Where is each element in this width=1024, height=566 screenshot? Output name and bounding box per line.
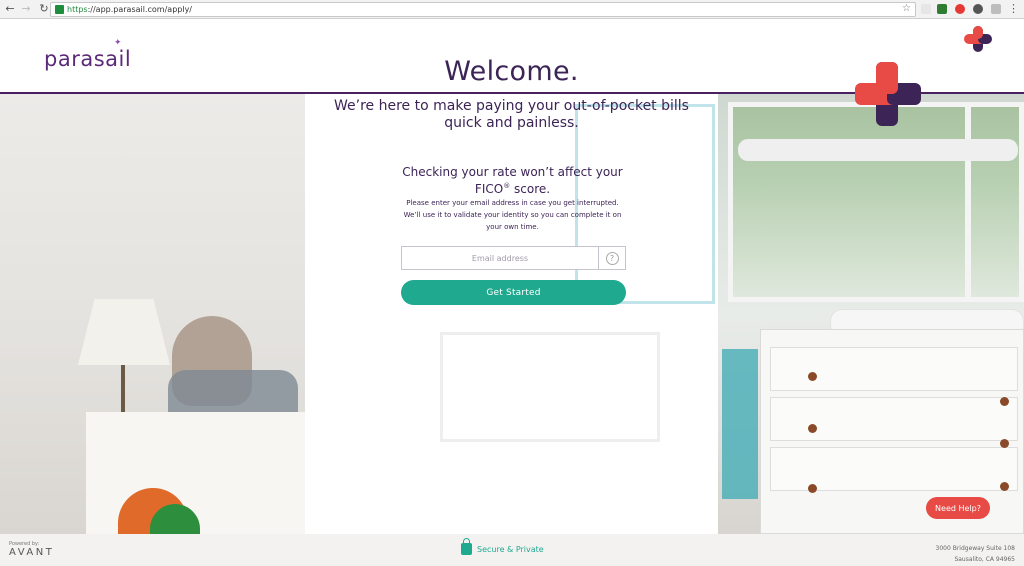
sparkle-icon: ✦ xyxy=(114,38,122,48)
reload-icon[interactable]: ↻ xyxy=(37,2,51,16)
drawer-knob xyxy=(1000,439,1009,448)
email-help-button[interactable]: ? xyxy=(598,246,626,270)
url-path: ://app.parasail.com/apply/ xyxy=(87,5,193,14)
cart-illustration xyxy=(722,349,758,499)
drawer xyxy=(770,447,1018,491)
question-icon: ? xyxy=(605,251,619,265)
menu-icon[interactable]: ⋮ xyxy=(1008,2,1019,15)
plus-brand-icon xyxy=(855,62,921,126)
address-bar[interactable]: https://app.parasail.com/apply/ ☆ xyxy=(50,2,916,17)
forward-icon[interactable]: → xyxy=(19,2,33,16)
company-address: 3000 Bridgeway Suite 108 Sausalito, CA 9… xyxy=(905,543,1015,565)
lock-icon xyxy=(55,5,64,14)
window-shade xyxy=(738,139,1018,161)
rate-note: Checking your rate won’t affect your FIC… xyxy=(385,165,640,196)
drawer-knob xyxy=(808,484,817,493)
extension-icon[interactable] xyxy=(991,4,1001,14)
hero-section xyxy=(0,94,1024,534)
drawer-knob xyxy=(1000,482,1009,491)
browser-toolbar: ← → ↻ https://app.parasail.com/apply/ ☆ … xyxy=(0,0,1024,19)
avant-logo[interactable]: AVANT xyxy=(9,547,54,558)
crib-illustration xyxy=(440,332,660,442)
extension-icon[interactable] xyxy=(955,4,965,14)
site-footer: Powered by: AVANT Secure & Private 3000 … xyxy=(0,534,1024,566)
url-scheme: https xyxy=(67,5,88,14)
star-icon[interactable]: ☆ xyxy=(902,3,911,14)
drawer-knob xyxy=(1000,397,1009,406)
get-started-button[interactable]: Get Started xyxy=(401,280,626,305)
rate-note-end: score. xyxy=(510,182,551,196)
email-fineprint: Please enter your email address in case … xyxy=(403,199,622,231)
extension-icon[interactable] xyxy=(921,4,931,14)
drawer-knob xyxy=(808,372,817,381)
drawer xyxy=(770,397,1018,441)
extension-icon[interactable] xyxy=(937,4,947,14)
address-line: Sausalito, CA 94965 xyxy=(954,556,1015,563)
back-icon[interactable]: ← xyxy=(3,2,17,16)
lamp-stem xyxy=(121,365,125,415)
secure-private-label: Secure & Private xyxy=(477,545,544,554)
window-mullion xyxy=(965,102,971,302)
padlock-icon xyxy=(461,538,472,555)
window-illustration xyxy=(728,102,1024,302)
tagline: We’re here to make paying your out-of-po… xyxy=(334,98,689,131)
page-title: Welcome. xyxy=(444,56,579,87)
drawer-knob xyxy=(808,424,817,433)
drawer xyxy=(770,347,1018,391)
need-help-button[interactable]: Need Help? xyxy=(926,497,990,519)
parasail-logo[interactable]: parasail xyxy=(44,47,131,71)
plus-logo-icon xyxy=(964,26,994,52)
address-line: 3000 Bridgeway Suite 108 xyxy=(935,545,1015,552)
extension-icon[interactable] xyxy=(973,4,983,14)
email-input[interactable] xyxy=(401,246,599,270)
